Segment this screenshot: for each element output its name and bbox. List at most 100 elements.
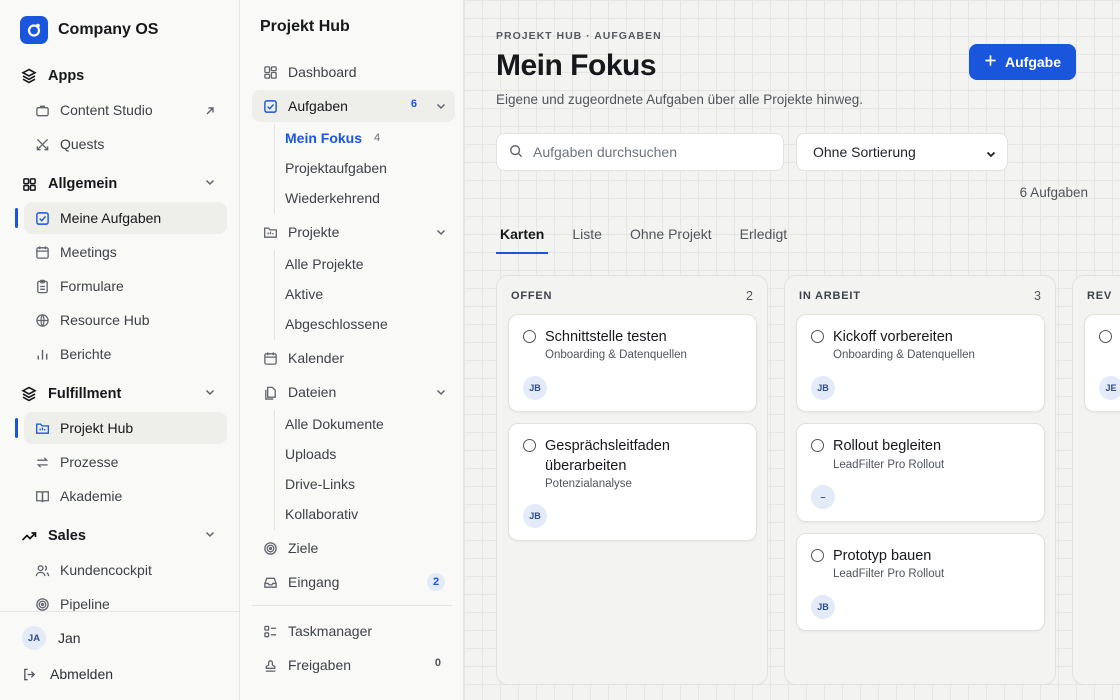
task-card[interactable]: Kickoff vorbereiten Onboarding & Datenqu…	[796, 314, 1045, 412]
task-checkbox[interactable]	[1099, 330, 1112, 343]
subnav-label: Drive-Links	[285, 476, 356, 492]
task-title: Gesprächsleitfaden überarbeiten	[545, 438, 670, 474]
subnav-projektaufgaben[interactable]: Projektaufgaben	[285, 154, 387, 182]
sidebar-item-quests[interactable]: Quests	[24, 128, 227, 160]
subnav-aktive[interactable]: Aktive	[285, 280, 323, 308]
chevron-down-icon[interactable]	[435, 385, 447, 401]
subnav-drive-links[interactable]: Drive-Links	[285, 470, 355, 498]
sidebar-item-akademie[interactable]: Akademie	[24, 480, 227, 512]
subnav-label: Uploads	[285, 446, 337, 462]
nav-item-aufgaben[interactable]: Aufgaben 6	[252, 90, 455, 122]
task-project: Onboarding & Datenquellen	[833, 349, 975, 361]
subnav-wiederkehrend[interactable]: Wiederkehrend	[285, 184, 380, 212]
nav-item-dashboard[interactable]: Dashboard	[252, 56, 455, 88]
tab-liste[interactable]: Liste	[568, 222, 606, 254]
chevron-down-icon[interactable]	[435, 99, 447, 115]
nav-item-dateien[interactable]: Dateien	[252, 376, 455, 408]
subnav-label: Mein Fokus	[285, 130, 363, 146]
sidebar-item-meetings[interactable]: Meetings	[24, 236, 227, 268]
sidebar-item-prozesse[interactable]: Prozesse	[24, 446, 227, 478]
sidebar-item-label: Berichte	[60, 346, 112, 362]
column-title: OFFEN	[511, 290, 553, 302]
sidebar-item-label: Pipeline	[60, 596, 110, 612]
search-icon	[509, 144, 523, 161]
target-icon	[34, 596, 50, 612]
chevron-down-icon[interactable]	[435, 225, 447, 241]
section-apps[interactable]: Apps	[20, 64, 220, 88]
task-card[interactable]: Schnittstelle testen Onboarding & Datenq…	[508, 314, 757, 412]
page-subtitle: Eigene und zugeordnete Aufgaben über all…	[496, 92, 864, 107]
sidebar-item-content-studio[interactable]: Content Studio	[24, 94, 227, 126]
subnav-label: Alle Projekte	[285, 256, 364, 272]
user-profile[interactable]: JA Jan	[22, 626, 81, 650]
sort-value: Ohne Sortierung	[813, 144, 916, 160]
column-title: IN ARBEIT	[799, 290, 861, 302]
chevron-down-icon	[204, 176, 216, 192]
brand[interactable]: Company OS	[20, 16, 158, 44]
subnav-mein-fokus[interactable]: Mein Fokus 4	[285, 124, 380, 152]
subnav-uploads[interactable]: Uploads	[285, 440, 336, 468]
task-card[interactable]: Prototyp bauen LeadFilter Pro Rollout JB	[796, 533, 1045, 631]
sidebar-item-resource-hub[interactable]: Resource Hub	[24, 304, 227, 336]
tab-ohne-projekt[interactable]: Ohne Projekt	[626, 222, 716, 254]
subnav-alle-projekte[interactable]: Alle Projekte	[285, 250, 364, 278]
nav-item-ziele[interactable]: Ziele	[252, 532, 455, 564]
task-card[interactable]: Gesprächsleitfaden überarbeiten Potenzia…	[508, 423, 757, 541]
tab-karten[interactable]: Karten	[496, 222, 549, 254]
sidebar-item-kundencockpit[interactable]: Kundencockpit	[24, 554, 227, 586]
task-project: Potenzialanalyse	[545, 478, 632, 490]
logout-label: Abmelden	[50, 666, 114, 682]
active-indicator	[15, 418, 18, 438]
sidebar-item-projekt-hub[interactable]: Projekt Hub	[24, 412, 227, 444]
nav-item-label: Freigaben	[288, 657, 352, 673]
subnav-guide	[274, 124, 275, 214]
nav-item-eingang[interactable]: Eingang 2	[252, 566, 455, 598]
section-sales[interactable]: Sales	[20, 524, 220, 548]
nav-item-freigaben[interactable]: Freigaben 0	[252, 649, 455, 681]
subnav-alle-dokumente[interactable]: Alle Dokumente	[285, 410, 384, 438]
folder-icon	[262, 224, 278, 240]
logout-button[interactable]: Abmelden	[22, 662, 113, 686]
task-title: Rollout begleiten	[833, 438, 942, 454]
nav-item-kalender[interactable]: Kalender	[252, 342, 455, 374]
task-checkbox[interactable]	[523, 439, 536, 452]
nav-item-taskmanager[interactable]: Taskmanager	[252, 615, 455, 647]
sidebar-item-label: Formulare	[60, 278, 124, 294]
search-input[interactable]	[533, 144, 763, 160]
column-count: 3	[1034, 289, 1041, 303]
subnav-guide	[274, 410, 275, 530]
task-card[interactable]: JE	[1084, 314, 1120, 412]
avatar: JB	[811, 376, 835, 400]
subnav-guide	[274, 250, 275, 340]
task-checkbox[interactable]	[523, 330, 536, 343]
sidebar-item-berichte[interactable]: Berichte	[24, 338, 227, 370]
board-column-review: REV JE	[1072, 275, 1120, 685]
section-allgemein[interactable]: Allgemein	[20, 172, 220, 196]
column-title: REV	[1087, 290, 1113, 302]
app-sidebar: Company OS Apps Content Studio Quests Al…	[0, 0, 240, 700]
add-task-button[interactable]: Aufgabe	[969, 44, 1076, 80]
task-checkbox[interactable]	[811, 549, 824, 562]
task-card[interactable]: Rollout begleiten LeadFilter Pro Rollout…	[796, 423, 1045, 522]
check-square-icon	[262, 98, 278, 114]
task-checkbox[interactable]	[811, 330, 824, 343]
breadcrumb: PROJEKT HUB · AUFGABEN	[496, 30, 662, 42]
swords-icon	[34, 136, 50, 152]
subnav-abgeschlossene[interactable]: Abgeschlossene	[285, 310, 388, 338]
view-tabs: Karten Liste Ohne Projekt Erledigt	[496, 222, 811, 254]
sort-select[interactable]: Ohne Sortierung	[796, 133, 1008, 171]
nav-item-projekte[interactable]: Projekte	[252, 216, 455, 248]
task-checkbox[interactable]	[811, 439, 824, 452]
trending-icon	[20, 527, 38, 545]
sidebar-item-meine-aufgaben[interactable]: Meine Aufgaben	[24, 202, 227, 234]
company-logo-icon	[20, 16, 48, 44]
globe-icon	[34, 312, 50, 328]
section-fulfillment[interactable]: Fulfillment	[20, 382, 220, 406]
subnav-kollaborativ[interactable]: Kollaborativ	[285, 500, 358, 528]
subnav-label: Kollaborativ	[285, 506, 359, 522]
task-project: LeadFilter Pro Rollout	[833, 459, 945, 471]
external-link-icon	[205, 103, 215, 119]
tab-erledigt[interactable]: Erledigt	[736, 222, 791, 254]
task-project: LeadFilter Pro Rollout	[833, 568, 945, 580]
sidebar-item-formulare[interactable]: Formulare	[24, 270, 227, 302]
